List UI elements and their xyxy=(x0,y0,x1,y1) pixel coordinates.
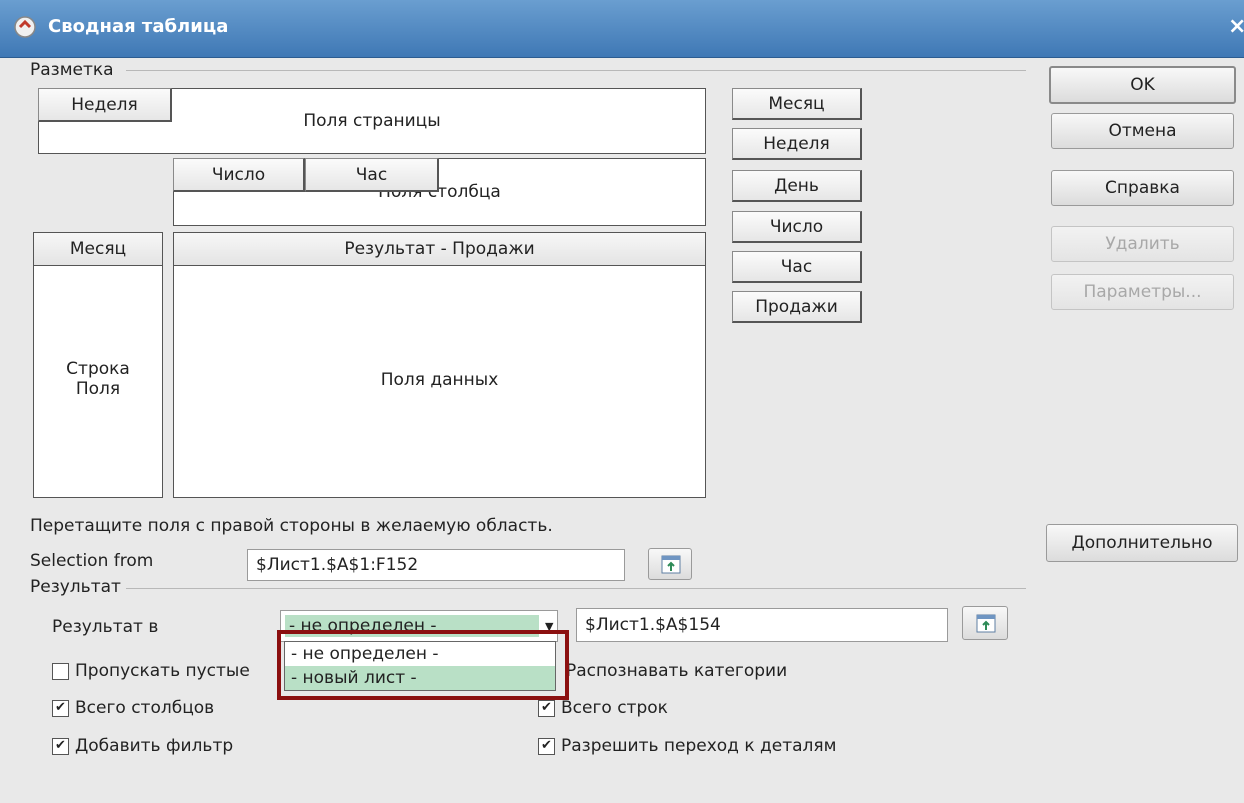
result-separator xyxy=(126,588,1026,589)
option-total-rows[interactable]: ✔ Всего строк xyxy=(538,698,668,718)
result-group-label: Результат xyxy=(30,577,121,597)
option-add-filter[interactable]: ✔ Добавить фильтр xyxy=(52,736,233,756)
available-field-day[interactable]: День xyxy=(732,170,862,202)
option-total-columns[interactable]: ✔ Всего столбцов xyxy=(52,698,214,718)
layout-group-label: Разметка xyxy=(30,60,114,80)
skip-empty-label: Пропускать пустые xyxy=(75,661,250,681)
available-field-number[interactable]: Число xyxy=(732,211,862,243)
total-columns-label: Всего столбцов xyxy=(75,698,215,718)
output-range-input[interactable]: $Лист1.$A$154 xyxy=(576,608,948,642)
available-field-sales[interactable]: Продажи xyxy=(732,291,862,323)
page-fields-label: Поля страницы xyxy=(303,111,441,131)
available-field-week[interactable]: Неделя xyxy=(732,128,862,160)
column-field-hour[interactable]: Час xyxy=(305,158,439,192)
option-drill-down[interactable]: ✔ Разрешить переход к деталям xyxy=(538,736,836,756)
shrink-output-button[interactable] xyxy=(962,606,1008,640)
column-field-number[interactable]: Число xyxy=(173,158,305,192)
row-fields-area[interactable]: Строка Поля xyxy=(33,232,163,498)
available-field-hour[interactable]: Час xyxy=(732,251,862,283)
output-label: Результат в xyxy=(52,617,159,637)
help-button[interactable]: Справка xyxy=(1051,170,1234,206)
total-columns-checkbox[interactable]: ✔ xyxy=(52,699,69,717)
option-skip-empty[interactable]: Пропускать пустые xyxy=(52,661,250,681)
selection-range-input[interactable]: $Лист1.$A$1:F152 xyxy=(247,549,625,581)
cancel-button[interactable]: Отмена xyxy=(1051,113,1234,149)
row-field-month[interactable]: Месяц xyxy=(33,232,163,266)
option-identify-categories[interactable]: Распознавать категории xyxy=(566,661,787,681)
selection-from-label: Selection from xyxy=(30,551,154,571)
row-fields-label: Строка Поля xyxy=(66,359,130,399)
skip-empty-checkbox[interactable] xyxy=(52,662,69,680)
identify-categories-label: Распознавать категории xyxy=(566,661,788,681)
highlight-frame xyxy=(277,630,569,700)
data-fields-area[interactable]: Поля данных xyxy=(173,232,706,498)
drag-hint: Перетащите поля с правой стороны в желае… xyxy=(30,516,553,536)
ok-button[interactable]: OK xyxy=(1049,66,1236,104)
available-field-month[interactable]: Месяц xyxy=(732,88,862,120)
add-filter-checkbox[interactable]: ✔ xyxy=(52,737,69,755)
total-rows-label: Всего строк xyxy=(561,698,668,718)
remove-button[interactable]: Удалить xyxy=(1051,226,1234,262)
total-rows-checkbox[interactable]: ✔ xyxy=(538,699,555,717)
close-icon[interactable]: × xyxy=(1228,14,1244,39)
page-field-week[interactable]: Неделя xyxy=(38,88,172,122)
layout-separator xyxy=(126,70,1026,71)
shrink-icon xyxy=(976,614,996,633)
app-icon xyxy=(14,16,36,38)
shrink-selection-button[interactable] xyxy=(648,548,692,580)
drill-down-checkbox[interactable]: ✔ xyxy=(538,737,555,755)
shrink-icon xyxy=(661,555,681,574)
add-filter-label: Добавить фильтр xyxy=(75,736,234,756)
options-button[interactable]: Параметры... xyxy=(1051,274,1234,310)
window-title: Сводная таблица xyxy=(48,16,229,37)
drill-down-label: Разрешить переход к деталям xyxy=(561,736,837,756)
data-field-sales-result[interactable]: Результат - Продажи xyxy=(173,232,706,266)
more-button[interactable]: Дополнительно xyxy=(1046,524,1238,562)
data-fields-label: Поля данных xyxy=(380,370,499,390)
